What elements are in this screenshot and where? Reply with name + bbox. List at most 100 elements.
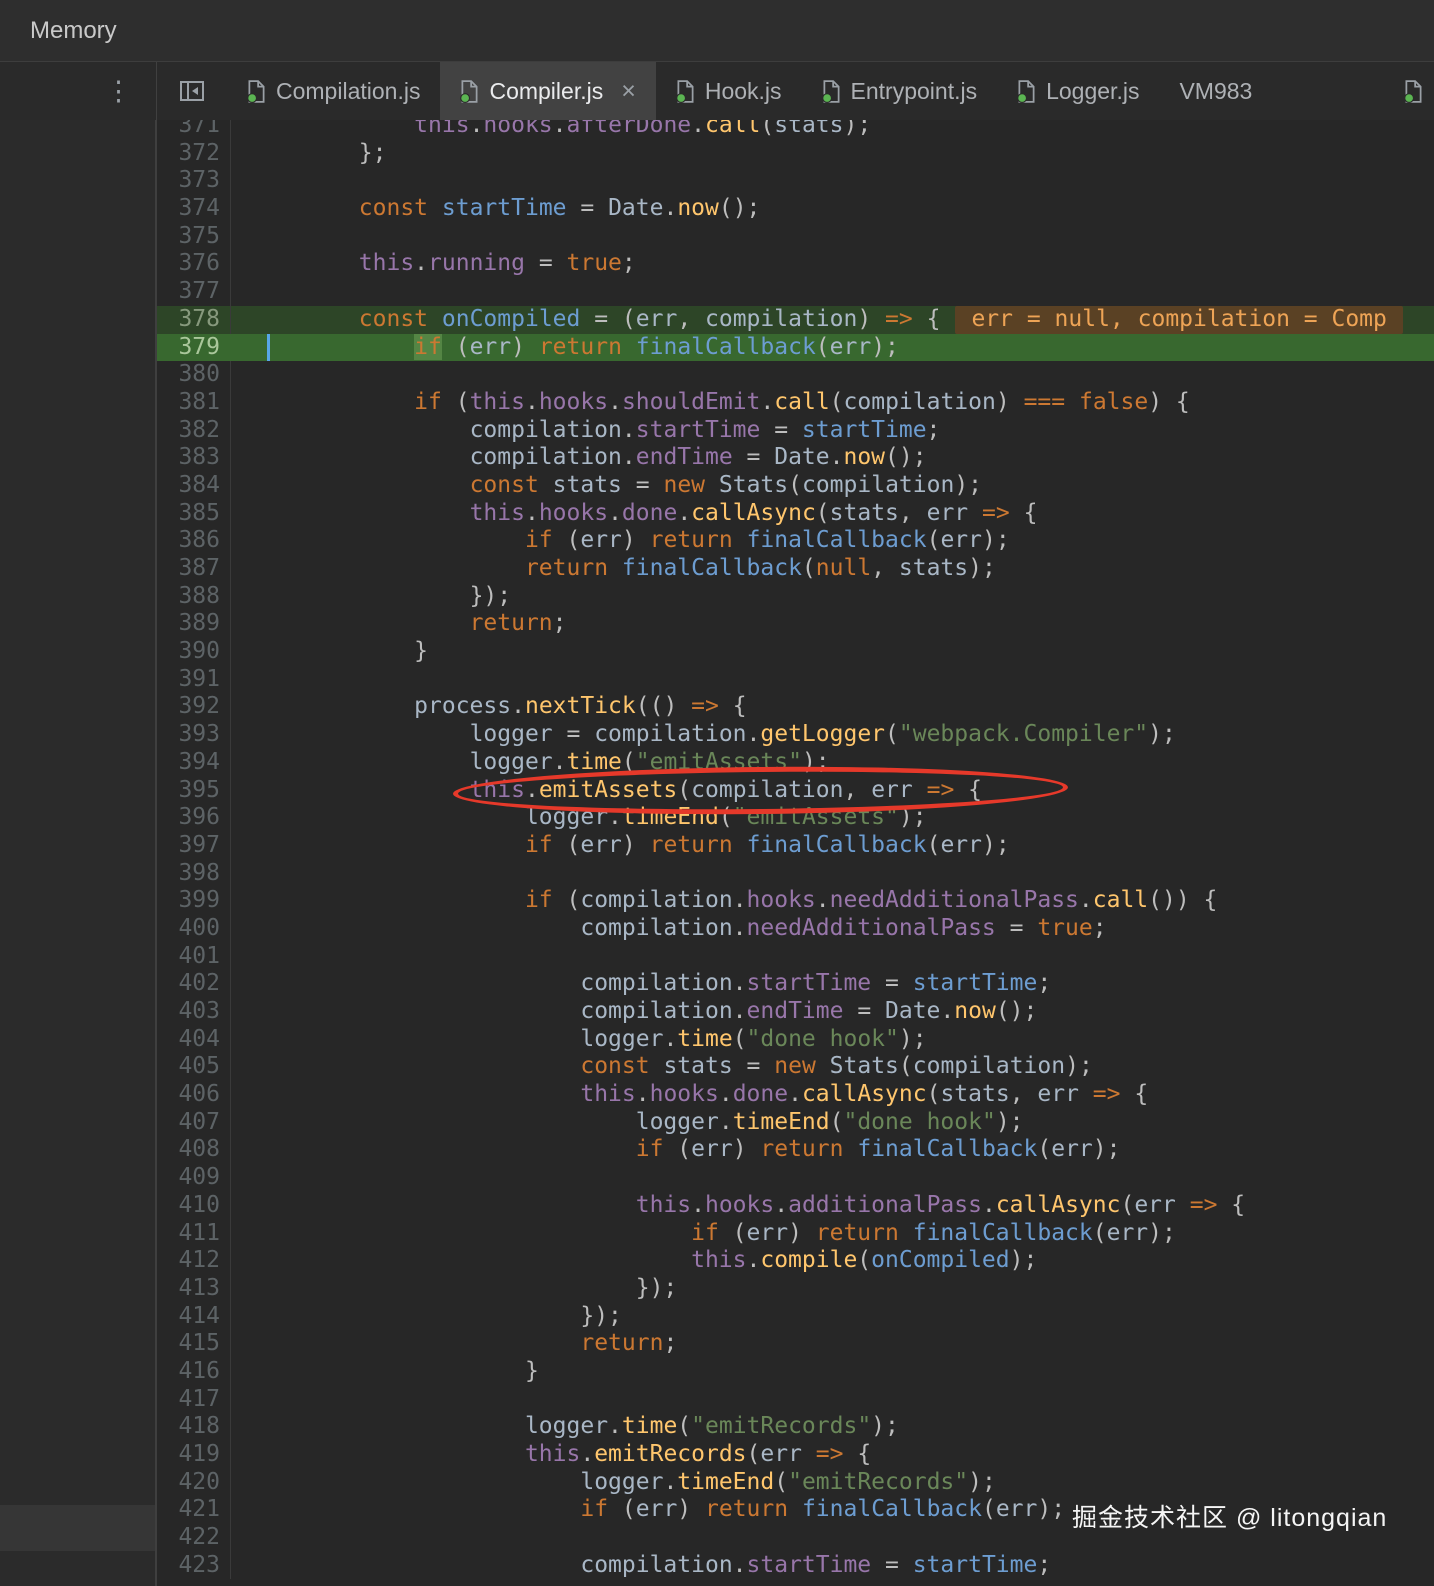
line-number[interactable]: 417 xyxy=(157,1385,231,1414)
line-number[interactable]: 381 xyxy=(157,388,231,417)
code-line-399: 399 if (compilation.hooks.needAdditional… xyxy=(157,887,1434,915)
code-line-390: 390 } xyxy=(157,638,1434,666)
line-number[interactable]: 397 xyxy=(157,831,231,860)
line-number[interactable]: 391 xyxy=(157,665,231,694)
line-number[interactable]: 413 xyxy=(157,1274,231,1303)
line-code: return; xyxy=(469,610,567,637)
close-tab-icon[interactable]: × xyxy=(621,77,636,106)
line-number[interactable]: 419 xyxy=(157,1441,231,1469)
line-number[interactable]: 420 xyxy=(157,1468,231,1497)
line-number[interactable]: 414 xyxy=(157,1302,231,1331)
code-line-394: 394 logger.time("emitAssets"); xyxy=(157,748,1434,777)
line-code: compilation.endTime = Date.now(); xyxy=(580,998,1038,1024)
line-number[interactable]: 382 xyxy=(157,416,231,445)
line-number[interactable]: 377 xyxy=(157,278,231,306)
line-code: logger.timeEnd("emitAssets"); xyxy=(524,804,927,831)
line-number[interactable]: 388 xyxy=(157,582,231,611)
line-number[interactable]: 379 xyxy=(157,334,231,362)
line-number[interactable]: 405 xyxy=(157,1053,231,1082)
code-line-384: 384 const stats = new Stats(compilation)… xyxy=(157,471,1434,500)
line-code: logger.timeEnd("done hook"); xyxy=(635,1108,1024,1135)
code-line-407: 407 logger.timeEnd("done hook"); xyxy=(157,1108,1434,1137)
code-line-408: 408 if (err) return finalCallback(err); xyxy=(157,1136,1434,1165)
line-code: const onCompiled = (err, compilation) =>… xyxy=(231,305,1434,334)
line-number[interactable]: 383 xyxy=(157,444,231,472)
line-number[interactable]: 385 xyxy=(157,499,231,528)
tab-label: Compilation.js xyxy=(276,77,421,104)
code-editor[interactable]: 371 this.hooks.afterDone.call(stats); 372… xyxy=(157,120,1434,1586)
line-code: if (compilation.hooks.needAdditionalPass… xyxy=(524,887,1218,914)
code-line-379: 379 if (err) return finalCallback(err); xyxy=(157,333,1434,362)
line-code: }); xyxy=(635,1274,678,1301)
line-number[interactable]: 402 xyxy=(157,970,231,998)
tab-compiler-js[interactable]: Compiler.js × xyxy=(440,62,656,120)
line-number[interactable]: 418 xyxy=(157,1413,231,1441)
line-number[interactable]: 423 xyxy=(157,1551,231,1580)
line-number[interactable]: 416 xyxy=(157,1357,231,1386)
line-number[interactable]: 371 xyxy=(157,120,231,140)
line-number[interactable]: 372 xyxy=(157,139,231,168)
code-line-395: 395 this.emitAssets(compilation, err => … xyxy=(157,776,1434,805)
line-number[interactable]: 396 xyxy=(157,804,231,832)
line-code: } xyxy=(524,1357,539,1384)
line-number[interactable]: 376 xyxy=(157,250,231,279)
line-number[interactable]: 384 xyxy=(157,471,231,500)
line-number[interactable]: 398 xyxy=(157,859,231,888)
tabbar-left-controls: ⋮ xyxy=(0,62,157,120)
line-number[interactable]: 421 xyxy=(157,1496,231,1525)
line-number[interactable]: 399 xyxy=(157,887,231,915)
code-line-421: 421 if (err) return finalCallback(err); xyxy=(157,1496,1434,1525)
line-number[interactable]: 380 xyxy=(157,361,231,389)
line-number[interactable]: 407 xyxy=(157,1108,231,1137)
code-line-393: 393 logger = compilation.getLogger("webp… xyxy=(157,721,1434,749)
line-number[interactable]: 412 xyxy=(157,1247,231,1275)
tab-logger-js[interactable]: Logger.js xyxy=(997,62,1159,120)
line-number[interactable]: 394 xyxy=(157,748,231,777)
line-number[interactable]: 410 xyxy=(157,1191,231,1220)
line-number[interactable]: 387 xyxy=(157,555,231,583)
line-number[interactable]: 422 xyxy=(157,1524,231,1552)
tab-hook-js[interactable]: Hook.js xyxy=(656,62,802,120)
line-number[interactable]: 374 xyxy=(157,195,231,223)
tab-compilation-js[interactable]: Compilation.js xyxy=(227,62,440,120)
text-caret xyxy=(267,334,270,361)
tab-entrypoint-js[interactable]: Entrypoint.js xyxy=(802,62,998,120)
line-number[interactable]: 400 xyxy=(157,914,231,943)
line-number[interactable]: 393 xyxy=(157,721,231,749)
line-number[interactable]: 411 xyxy=(157,1219,231,1248)
code-line-386: 386 if (err) return finalCallback(err); xyxy=(157,527,1434,555)
line-code: }; xyxy=(358,139,387,166)
line-number[interactable]: 404 xyxy=(157,1025,231,1054)
line-number[interactable]: 390 xyxy=(157,638,231,666)
line-code: }); xyxy=(580,1302,622,1329)
tab-vm983[interactable]: VM983 xyxy=(1159,62,1272,120)
line-number[interactable]: 375 xyxy=(157,222,231,251)
line-code: compilation.endTime = Date.now(); xyxy=(469,444,927,471)
line-number[interactable]: 395 xyxy=(157,776,231,805)
code-line-411: 411 if (err) return finalCallback(err); xyxy=(157,1219,1434,1248)
line-number[interactable]: 408 xyxy=(157,1136,231,1165)
navigator-sidebar[interactable] xyxy=(0,120,157,1586)
line-number[interactable]: 373 xyxy=(157,167,231,196)
line-code: this.emitRecords(err => { xyxy=(524,1441,872,1467)
line-number[interactable]: 401 xyxy=(157,942,231,971)
line-number[interactable]: 378 xyxy=(157,305,231,334)
line-code: this.hooks.done.callAsync(stats, err => … xyxy=(580,1081,1149,1108)
line-number[interactable]: 415 xyxy=(157,1330,231,1358)
panel-title[interactable]: Memory xyxy=(30,17,117,45)
line-number[interactable]: 403 xyxy=(157,998,231,1026)
line-number[interactable]: 409 xyxy=(157,1164,231,1192)
code-line-402: 402 compilation.startTime = startTime; xyxy=(157,970,1434,998)
collapse-navigator-icon[interactable] xyxy=(157,62,227,120)
more-options-icon[interactable]: ⋮ xyxy=(105,77,132,105)
line-number[interactable]: 389 xyxy=(157,610,231,639)
line-number[interactable]: 406 xyxy=(157,1081,231,1109)
line-code: if (this.hooks.shouldEmit.call(compilati… xyxy=(414,388,1190,415)
line-number[interactable]: 392 xyxy=(157,693,231,722)
line-number[interactable]: 386 xyxy=(157,527,231,555)
code-line-422: 422 xyxy=(157,1524,1434,1552)
file-icon-partial[interactable] xyxy=(1404,80,1423,108)
code-line-385: 385 this.hooks.done.callAsync(stats, err… xyxy=(157,499,1434,528)
